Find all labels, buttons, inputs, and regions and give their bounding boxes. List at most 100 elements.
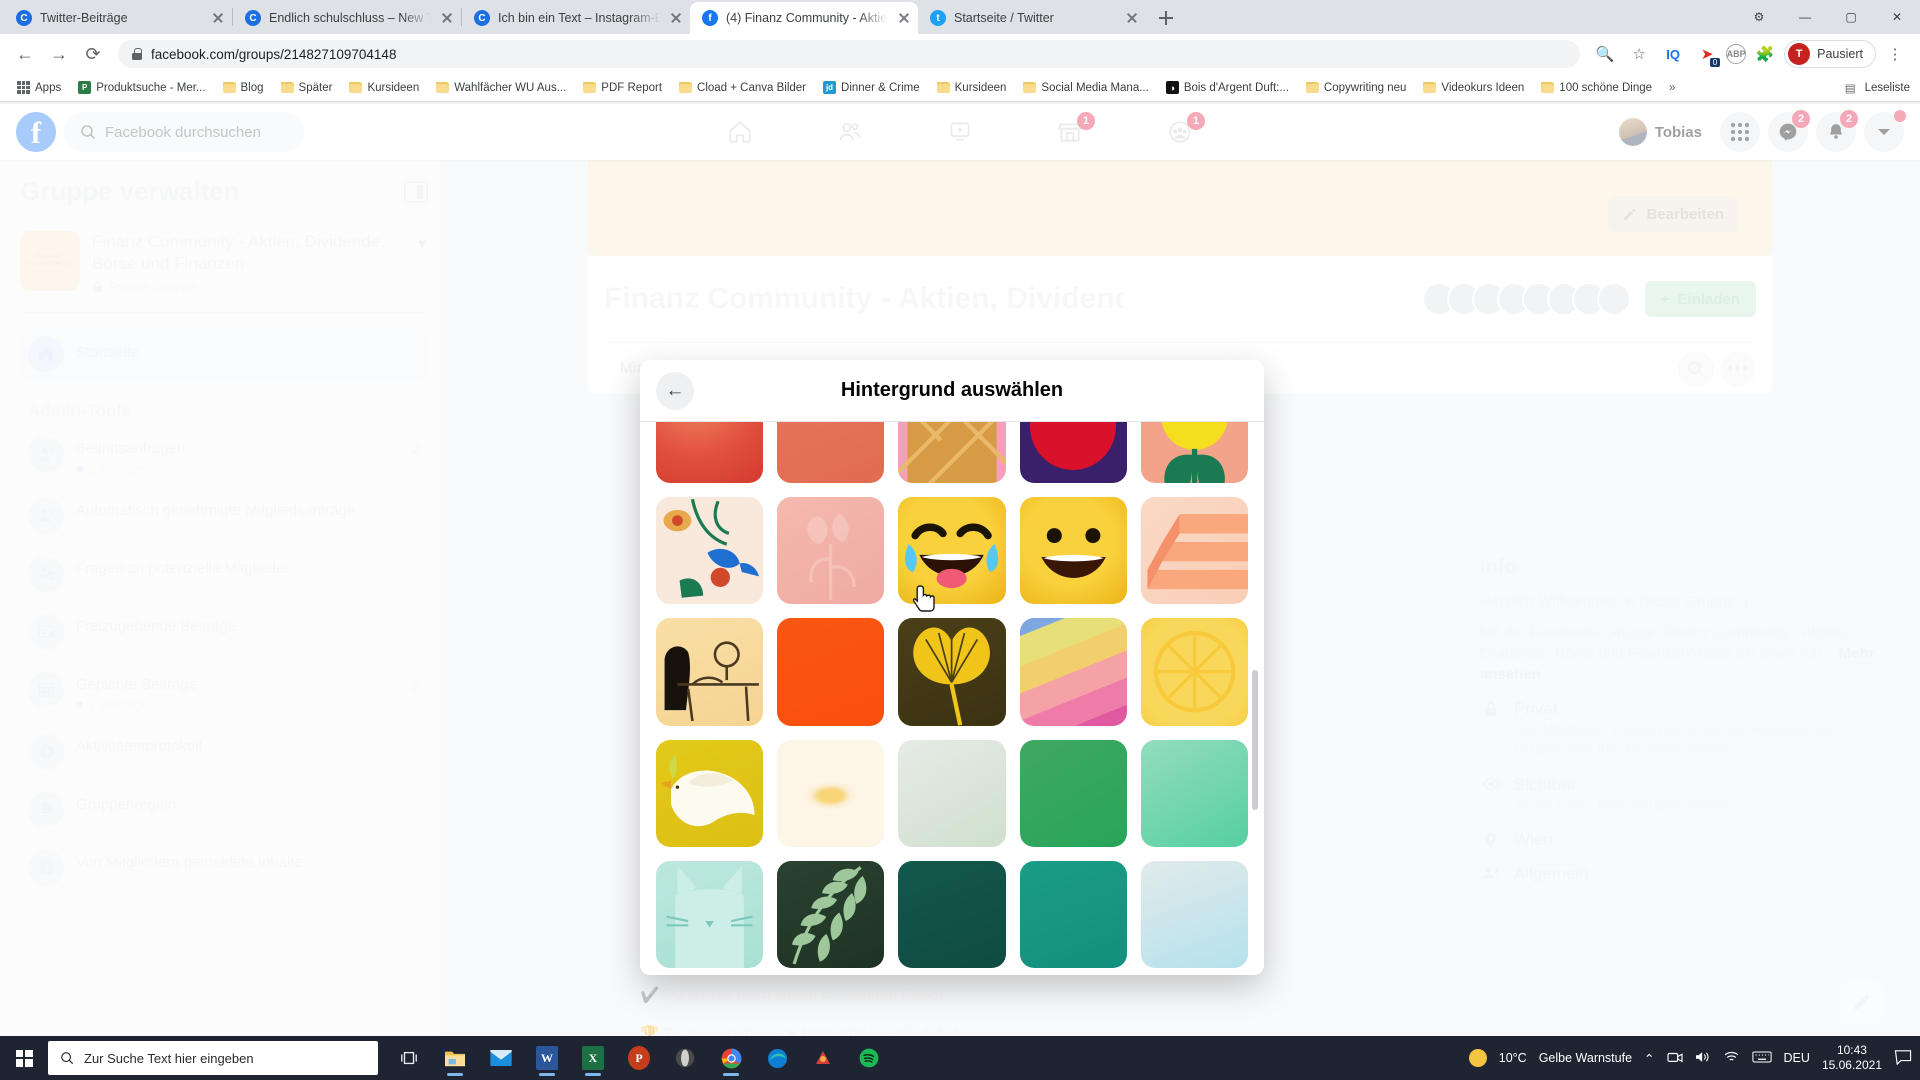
wifi-icon[interactable] [1723,1050,1740,1066]
bookmark-item[interactable]: P Produktsuche - Mer... [71,78,212,97]
background-swatch-green-gradient[interactable] [1019,739,1127,847]
bookmark-item[interactable]: Videokurs Ideen [1416,79,1531,97]
address-bar[interactable]: facebook.com/groups/214827109704148 [118,40,1581,68]
adblock-plus-icon[interactable]: ABP [1726,44,1747,64]
maximize-icon[interactable]: ▢ [1828,0,1874,34]
background-swatch-joy-emoji-yellow[interactable] [898,497,1006,605]
close-icon[interactable] [1124,10,1140,26]
bookmark-item[interactable]: Copywriting neu [1299,79,1413,97]
taskbar-search-input[interactable]: Zur Suche Text hier eingeben [48,1041,378,1075]
minimize-icon[interactable]: — [1782,0,1828,34]
dialog-body[interactable] [640,422,1264,975]
powerpoint-icon[interactable]: P [618,1038,660,1078]
bookmark-item[interactable]: Kursideen [342,79,426,97]
background-swatch-woman-desk-beige[interactable] [656,618,764,726]
reload-icon[interactable]: ⟳ [78,39,108,69]
bookmark-label: Cload + Canva Bilder [697,81,807,94]
background-swatch-waffle-cone-pink[interactable] [898,422,1006,484]
background-swatch-deep-teal-solid[interactable] [898,860,1006,969]
background-swatch-cat-mint-pastel[interactable] [656,860,764,968]
background-swatch-pink-leaves[interactable] [777,497,885,605]
bookmarks-overflow-button[interactable]: » [1662,79,1682,97]
browser-tab[interactable]: C Ich bin ein Text – Instagram-Beit [462,2,690,34]
onedrive-icon[interactable] [1666,1050,1683,1067]
reading-list-icon[interactable]: ▤ [1845,81,1856,95]
bookmark-item[interactable]: Später [274,79,340,97]
keyboard-icon[interactable] [1751,1050,1772,1066]
chrome-menu-icon[interactable]: ⋮ [1880,39,1910,69]
bookmark-item[interactable]: Social Media Mana... [1016,79,1155,97]
chrome-profile-button[interactable]: T Pausiert [1784,40,1876,68]
background-swatch-orange-slice-yellow[interactable] [1140,618,1248,726]
action-center-icon[interactable] [1894,1049,1912,1068]
reading-list-label[interactable]: Leseliste [1865,82,1910,94]
zoom-icon[interactable]: 🔍 [1590,39,1620,69]
browser-tab-active[interactable]: f (4) Finanz Community - Aktien, D [690,2,918,34]
background-swatch-orange-solid[interactable] [777,618,885,726]
bookmark-star-icon[interactable]: ☆ [1624,39,1654,69]
browser-tab[interactable]: t Startseite / Twitter [918,2,1146,34]
background-swatch-peach-stairs[interactable] [1140,497,1248,605]
back-icon[interactable]: ← [10,39,40,69]
forward-icon[interactable]: → [44,39,74,69]
background-swatch-bird-floral-cream[interactable] [656,497,764,605]
bookmark-item[interactable]: Cload + Canva Bilder [672,79,813,97]
background-swatch-yellow-tulip-peach[interactable] [1140,422,1248,484]
edge-icon[interactable] [756,1038,798,1078]
bookmark-item[interactable]: Blog [216,79,271,97]
clock[interactable]: 10:43 15.06.2021 [1822,1043,1882,1073]
volume-icon[interactable] [1695,1050,1711,1067]
tray-expand-icon[interactable]: ⌃ [1644,1051,1654,1066]
browser-tab[interactable]: C Twitter-Beiträge [4,2,232,34]
background-swatch-red-circle-navy[interactable] [1019,422,1127,484]
close-icon[interactable] [896,10,912,26]
background-swatch-cream-soft-glow[interactable] [777,739,885,847]
new-tab-button[interactable] [1152,4,1180,32]
background-swatch-teal-solid[interactable] [1019,860,1127,969]
bookmark-item[interactable]: PDF Report [576,79,669,97]
browser-tab[interactable]: C Endlich schulschluss – New Twitt [233,2,461,34]
filezilla-icon[interactable] [802,1038,844,1078]
dialog-scrollbar[interactable] [1252,670,1258,810]
close-icon[interactable] [439,10,455,26]
background-swatch-pale-blue-gradient[interactable] [1140,860,1248,968]
background-swatch-mint-gradient[interactable] [1140,739,1248,847]
background-swatch-ginkgo-leaf-olive[interactable] [898,618,1006,726]
opera-icon[interactable] [664,1038,706,1078]
file-explorer-icon[interactable] [434,1038,476,1078]
background-swatch-dove-mustard[interactable] [656,739,764,847]
settings-icon[interactable]: ⚙ [1736,0,1782,34]
puzzle-extensions-icon[interactable]: 🧩 [1750,39,1780,69]
background-swatch-rainbow-gradient[interactable] [1019,618,1127,726]
excel-letter: X [582,1046,604,1070]
close-icon[interactable] [210,10,226,26]
bookmark-item[interactable]: 100 schöne Dinge [1534,79,1659,97]
task-view-icon[interactable] [388,1038,430,1078]
weather-temperature[interactable]: 10°C [1499,1051,1527,1065]
word-icon[interactable]: W [526,1038,568,1078]
bookmark-item[interactable]: ◑ Bois d'Argent Duft:... [1159,78,1296,97]
background-swatch-smile-emoji-yellow[interactable] [1019,497,1127,605]
feedly-extension-icon[interactable]: ➤ 0 [1692,39,1722,69]
bookmark-apps[interactable]: Apps [10,78,68,97]
background-swatch-red-gradient-glow[interactable] [656,422,764,484]
background-swatch-salmon-solid[interactable] [777,422,885,484]
bookmark-item[interactable]: jd Dinner & Crime [816,78,927,97]
iq-extension-icon[interactable]: IQ [1658,39,1688,69]
language-indicator[interactable]: DEU [1784,1051,1810,1065]
back-button[interactable]: ← [656,371,694,410]
folder-icon [1541,82,1555,93]
weather-warning-label[interactable]: Gelbe Warnstufe [1539,1051,1632,1065]
start-button[interactable] [0,1036,48,1080]
close-window-icon[interactable]: ✕ [1874,0,1920,34]
chrome-icon[interactable] [710,1038,752,1078]
spotify-icon[interactable] [848,1038,890,1078]
bookmark-item[interactable]: Kursideen [930,79,1014,97]
background-swatch-palm-leaf-dark-green[interactable] [777,860,885,969]
excel-icon[interactable]: X [572,1038,614,1078]
bookmark-item[interactable]: Wahlfächer WU Aus... [429,79,573,97]
weather-sun-icon[interactable] [1468,1049,1487,1067]
mail-icon[interactable] [480,1038,522,1078]
close-icon[interactable] [668,10,684,26]
background-swatch-pale-green-gradient[interactable] [898,739,1006,847]
